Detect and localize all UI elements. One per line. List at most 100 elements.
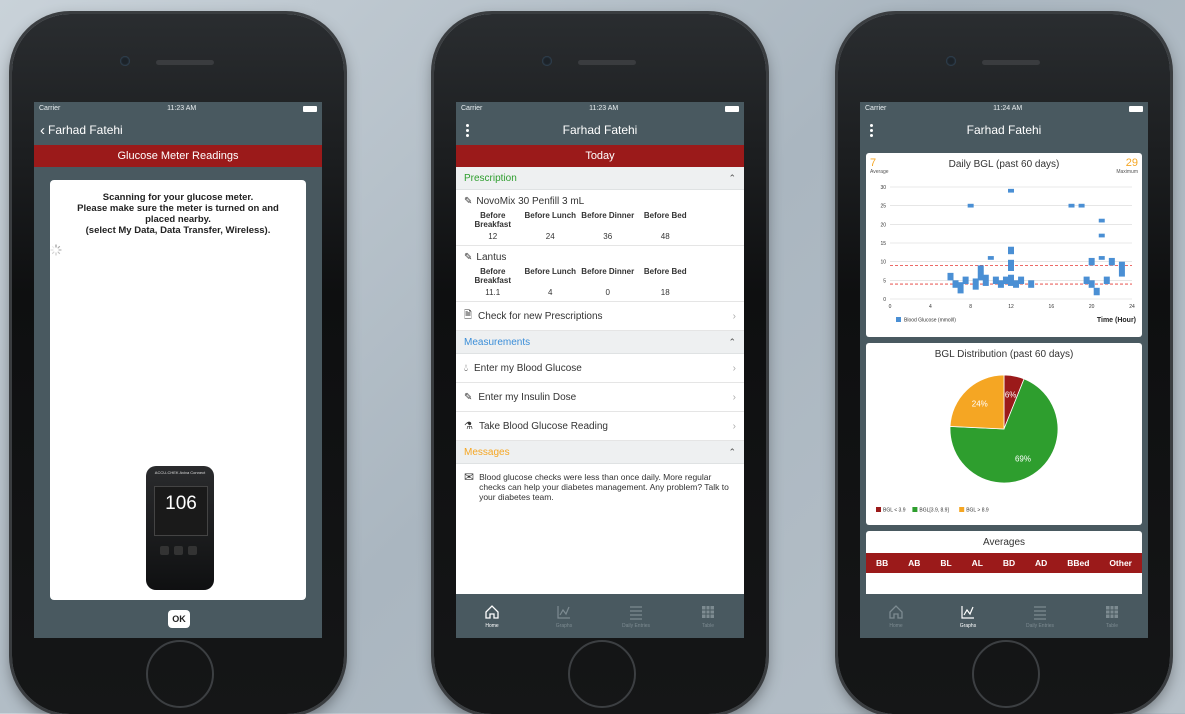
tab-label: Daily Entries	[621, 623, 651, 629]
graph-icon	[961, 606, 974, 619]
meter-icon: ⚗	[464, 420, 473, 432]
row-label: Enter my Blood Glucose	[474, 362, 582, 374]
legend-label: BGL[3.9, 8.9]	[919, 508, 949, 514]
section-messages[interactable]: Messages ⌃	[456, 441, 744, 464]
tab-daily-entries[interactable]: Daily Entries	[1004, 594, 1076, 638]
scan-line: (select My Data, Data Transfer, Wireless…	[85, 225, 271, 236]
menu-button[interactable]	[462, 115, 469, 145]
legend-swatch	[876, 507, 881, 512]
home-icon	[485, 605, 499, 619]
collapse-icon: ⌃	[728, 446, 736, 457]
legend-swatch	[959, 507, 965, 512]
tab-bar: Home Graphs Daily Entries Table	[860, 594, 1148, 638]
daily-bgl-chart: 0 5 10 15 20 25 30 0 4 8 12 16 20 24 Blood Glucose (mm…	[880, 185, 1136, 324]
row-label: Enter my Insulin Dose	[478, 391, 577, 403]
take-reading-row[interactable]: ⚗ Take Blood Glucose Reading ›	[456, 412, 744, 441]
front-camera	[120, 56, 130, 66]
tab-label: Graphs	[555, 623, 573, 629]
dose-value: 36	[603, 232, 613, 241]
enter-blood-glucose-row[interactable]: 💧︎ Enter my Blood Glucose ›	[456, 354, 744, 383]
home-button[interactable]	[568, 640, 636, 708]
check-prescriptions-row[interactable]: 🗎 Check for new Prescriptions ›	[456, 302, 744, 331]
spinner-icon	[50, 244, 62, 256]
meter-brand: ACCU-CHEK Aviva Connect	[154, 470, 206, 475]
graphs-content: 7 Average Daily BGL (past 60 days) 29 Ma…	[860, 147, 1148, 594]
screen-2: Carrier 11:23 AM Farhad Fatehi Today Pre…	[456, 102, 744, 638]
home-icon	[889, 605, 903, 619]
section-measurements[interactable]: Measurements ⌃	[456, 331, 744, 354]
medication-label: NovoMix 30 Penfill 3 mL	[476, 196, 585, 207]
averages-title: Averages	[982, 537, 1026, 548]
screen-3: Carrier 11:24 AM Farhad Fatehi 7 Average…	[860, 102, 1148, 638]
data-bar	[947, 272, 954, 281]
tab-graphs[interactable]: Graphs	[932, 594, 1004, 638]
status-time: 11:24 AM	[993, 105, 1023, 112]
tab-label: Home	[889, 623, 903, 629]
battery-icon	[724, 105, 739, 112]
status-bar: Carrier 11:24 AM	[860, 102, 1148, 115]
page-title: Today	[456, 145, 744, 167]
phone-1: Carrier 11:23 AM ‹ Farhad Fatehi Glucose…	[12, 14, 344, 714]
scan-line: Please make sure the meter is turned on …	[77, 203, 279, 214]
x-tick-label: 20	[1089, 304, 1095, 310]
enter-insulin-dose-row[interactable]: ✎ Enter my Insulin Dose ›	[456, 383, 744, 412]
meter-display: 106	[154, 486, 208, 536]
medication-label: Lantus	[476, 252, 507, 263]
meter-reading: 106	[165, 493, 197, 514]
chevron-right-icon: ›	[732, 391, 736, 403]
dose-value: 0	[605, 288, 610, 297]
averages-header-row: BB AB BL AL BD AD BBed Other	[866, 553, 1142, 573]
tab-home[interactable]: Home	[860, 594, 932, 638]
dose-value: 12	[488, 232, 498, 241]
message-item: ✉ Blood glucose checks were less than on…	[456, 464, 744, 510]
y-tick-label: 10	[880, 260, 886, 266]
scan-message: Scanning for your glucose meter. Please …	[50, 180, 306, 236]
ok-button[interactable]: OK	[168, 610, 190, 628]
y-tick-label: 5	[883, 278, 886, 284]
pie-label: 24%	[972, 400, 988, 409]
dose-header: Before Bed	[643, 267, 687, 276]
tab-graphs[interactable]: Graphs	[528, 594, 600, 638]
tab-home[interactable]: Home	[456, 594, 528, 638]
pencil-icon: ✎	[464, 252, 473, 263]
data-bar	[1118, 261, 1125, 277]
home-content: Prescription ⌃ ✎ NovoMix 30 Penfill 3 mL…	[456, 167, 744, 594]
x-tick-label: 8	[969, 304, 972, 310]
meter-buttons	[160, 546, 197, 555]
back-label: Farhad Fatehi	[48, 123, 123, 137]
data-bar	[1068, 203, 1075, 208]
tab-table[interactable]: Table	[672, 594, 744, 638]
nav-bar: Farhad Fatehi	[860, 115, 1148, 145]
row-label: Take Blood Glucose Reading	[478, 420, 608, 432]
menu-button[interactable]	[866, 115, 873, 145]
tab-table[interactable]: Table	[1076, 594, 1148, 638]
more-vertical-icon	[462, 123, 469, 137]
avg-col: Other	[1109, 558, 1132, 568]
section-title: Measurements	[464, 336, 531, 348]
speaker	[982, 60, 1040, 65]
home-button[interactable]	[972, 640, 1040, 708]
avg-col: BL	[940, 558, 952, 568]
section-prescription[interactable]: Prescription ⌃	[456, 167, 744, 190]
x-tick-label: 4	[929, 304, 932, 310]
nav-title: Farhad Fatehi	[562, 123, 638, 137]
front-camera	[542, 56, 552, 66]
back-button[interactable]: ‹ Farhad Fatehi	[34, 115, 123, 145]
list-icon	[630, 606, 642, 620]
nav-bar: ‹ Farhad Fatehi	[34, 115, 322, 145]
droplet-icon: 💧︎	[464, 362, 468, 374]
tab-label: Daily Entries	[1025, 623, 1055, 629]
x-tick-label: 24	[1129, 304, 1135, 310]
chevron-right-icon: ›	[732, 420, 736, 432]
y-tick-label: 20	[880, 222, 886, 228]
home-button[interactable]	[146, 640, 214, 708]
avg-col: AB	[908, 558, 921, 568]
tab-daily-entries[interactable]: Daily Entries	[600, 594, 672, 638]
data-bar	[1008, 259, 1014, 271]
dose-header: Before Lunch	[524, 211, 577, 220]
data-bar	[962, 276, 969, 285]
legend-label: Blood Glucose (mmol/l)	[904, 318, 956, 324]
data-bar	[1098, 256, 1105, 260]
legend-swatch	[912, 507, 918, 512]
legend-swatch	[896, 317, 901, 322]
